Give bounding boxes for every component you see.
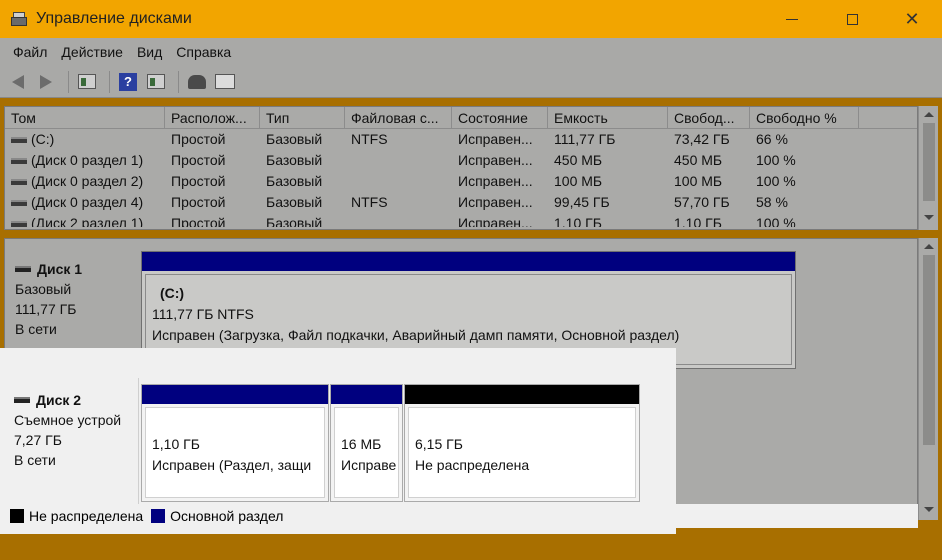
minimize-icon (786, 18, 798, 20)
scroll-down-icon[interactable] (923, 215, 934, 220)
partition-label: (C:) (160, 285, 185, 301)
disk2-partition-2[interactable]: 16 МБ Исправе (330, 384, 403, 502)
partition-status: Исправен (Раздел, защи (152, 457, 312, 473)
column-status[interactable]: Состояние (452, 107, 548, 128)
disk1-size: 111,77 ГБ (15, 301, 77, 317)
menu-view[interactable]: Вид (130, 44, 169, 60)
menu-bar: Файл Действие Вид Справка (0, 38, 942, 66)
menu-action[interactable]: Действие (54, 44, 130, 60)
table-row[interactable]: (Диск 2 раздел 1) Простой Базовый Исправ… (5, 213, 917, 227)
scroll-down-icon[interactable] (923, 507, 934, 512)
close-icon: ✕ (904, 8, 920, 29)
scroll-thumb[interactable] (922, 255, 935, 445)
partition-info: 6,15 ГБ Не распределена (408, 407, 636, 498)
toolbar-separator (109, 70, 110, 93)
legend-primary: Основной раздел (170, 508, 284, 524)
partition-size: 1,10 ГБ (152, 436, 200, 452)
column-free[interactable]: Свобод... (668, 107, 750, 128)
legend-unallocated: Не распределена (29, 508, 144, 524)
column-filesystem[interactable]: Файловая с... (345, 107, 452, 128)
forward-arrow-icon (40, 74, 52, 89)
help-button[interactable]: ? (116, 71, 140, 93)
column-type[interactable]: Тип (260, 107, 345, 128)
table-row[interactable]: (C:) Простой Базовый NTFS Исправен... 11… (5, 129, 917, 150)
column-volume[interactable]: Том (5, 107, 165, 128)
legend: Не распределена Основной раздел (4, 504, 918, 528)
column-free-percent[interactable]: Свободно % (750, 107, 859, 128)
toolbar-separator (68, 70, 69, 93)
toolbar-separator (178, 70, 179, 93)
back-arrow-icon (12, 74, 24, 89)
partition-color-bar (142, 252, 795, 271)
disk-map-scrollbar[interactable] (918, 238, 938, 520)
column-capacity[interactable]: Емкость (548, 107, 668, 128)
disk-management-icon (10, 11, 28, 27)
toolbar: ? (0, 66, 942, 98)
close-button[interactable]: ✕ (882, 0, 942, 38)
partition-status: Не распределена (415, 457, 530, 473)
properties-icon (215, 74, 235, 89)
partition-status: Исправен (Загрузка, Файл подкачки, Авари… (152, 327, 680, 343)
table-row[interactable]: (Диск 0 раздел 2) Простой Базовый Исправ… (5, 171, 917, 192)
disk1-label[interactable]: Диск 1 Базовый 111,77 ГБ В сети (5, 253, 137, 339)
show-action-pane-button[interactable] (144, 71, 168, 93)
window-title: Управление дисками (36, 10, 192, 27)
connect-button[interactable] (185, 71, 209, 93)
console-tree-icon (78, 74, 96, 89)
scroll-up-icon[interactable] (923, 244, 934, 249)
list-header: Том Располож... Тип Файловая с... Состоя… (5, 107, 917, 129)
disk2-size: 7,27 ГБ (14, 432, 62, 448)
partition-size: 111,77 ГБ NTFS (152, 306, 254, 322)
legend-unallocated-swatch (10, 509, 24, 523)
partition-color-bar (331, 385, 402, 404)
volume-list: Том Располож... Тип Файловая с... Состоя… (4, 106, 918, 230)
main-window: Файл Действие Вид Справка ? Том Располож… (0, 38, 942, 560)
properties-button[interactable] (213, 71, 237, 93)
disk2-type: Съемное устрой (14, 412, 122, 428)
table-row[interactable]: (Диск 0 раздел 1) Простой Базовый Исправ… (5, 150, 917, 171)
divider (138, 378, 139, 504)
back-button[interactable] (6, 71, 30, 93)
disk2-status: В сети (14, 452, 56, 468)
window-controls: ✕ (762, 0, 942, 38)
title-bar: Управление дисками ✕ (0, 0, 942, 38)
disk-icon (15, 266, 31, 272)
disk2-partition-1[interactable]: 1,10 ГБ Исправен (Раздел, защи (141, 384, 329, 502)
scroll-thumb[interactable] (922, 123, 935, 201)
help-icon: ? (119, 72, 137, 91)
disk2-label[interactable]: Диск 2 Съемное устрой 7,27 ГБ В сети (4, 384, 136, 470)
volume-icon (11, 179, 27, 186)
volume-icon (11, 200, 27, 207)
partition-color-bar (142, 385, 328, 404)
partition-info: 1,10 ГБ Исправен (Раздел, защи (145, 407, 325, 498)
volume-list-scrollbar[interactable] (918, 106, 938, 230)
column-layout[interactable]: Располож... (165, 107, 260, 128)
disk1-type: Базовый (15, 281, 72, 297)
partition-info: 16 МБ Исправе (334, 407, 399, 498)
volume-icon (11, 158, 27, 165)
partition-size: 6,15 ГБ (415, 436, 463, 452)
action-pane-icon (147, 74, 165, 89)
partition-color-bar (405, 385, 639, 404)
show-hide-tree-button[interactable] (75, 71, 99, 93)
table-row[interactable]: (Диск 0 раздел 4) Простой Базовый NTFS И… (5, 192, 917, 213)
volume-icon (11, 221, 27, 227)
forward-button[interactable] (34, 71, 58, 93)
disk-icon (14, 397, 30, 403)
menu-help[interactable]: Справка (169, 44, 238, 60)
menu-file[interactable]: Файл (6, 44, 54, 60)
maximize-button[interactable] (822, 0, 882, 38)
partition-status: Исправе (341, 457, 397, 473)
maximize-icon (846, 13, 858, 25)
partition-size: 16 МБ (341, 436, 382, 452)
scroll-up-icon[interactable] (923, 112, 934, 117)
disk2-unallocated[interactable]: 6,15 ГБ Не распределена (404, 384, 640, 502)
connect-icon (188, 74, 206, 89)
disk1-status: В сети (15, 321, 57, 337)
volume-icon (11, 137, 27, 144)
minimize-button[interactable] (762, 0, 822, 38)
legend-primary-swatch (151, 509, 166, 523)
